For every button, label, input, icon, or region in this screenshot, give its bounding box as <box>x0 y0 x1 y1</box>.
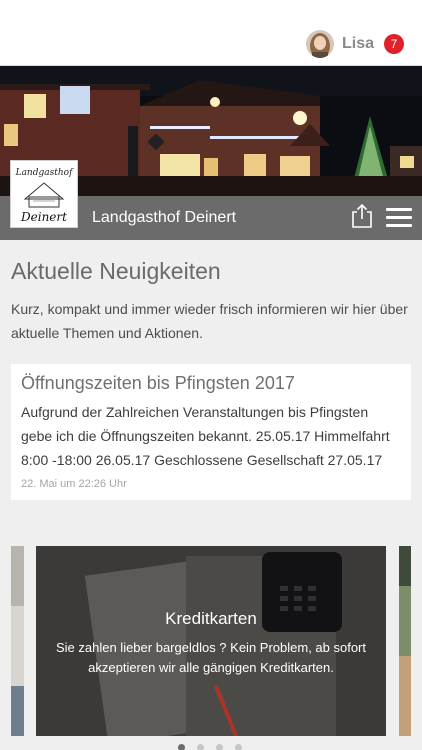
news-body: Aufgrund der Zahlreichen Veranstaltungen… <box>21 404 390 468</box>
carousel-slide-previous[interactable] <box>11 546 24 736</box>
carousel-dot[interactable] <box>235 744 242 750</box>
notification-badge[interactable]: 7 <box>384 34 404 54</box>
share-icon[interactable] <box>350 203 374 229</box>
carousel-dot[interactable] <box>216 744 223 750</box>
top-bar: Lisa 7 <box>0 0 422 66</box>
section-title: Aktuelle Neuigkeiten <box>11 258 221 284</box>
carousel-slide-next[interactable] <box>399 546 411 736</box>
news-title[interactable]: Öffnungszeiten bis Pfingsten 2017 <box>21 372 401 394</box>
user-name[interactable]: Lisa <box>342 35 374 53</box>
carousel-text: Sie zahlen lieber bargeldlos ? Kein Prob… <box>55 640 366 675</box>
news-date: 22. Mai um 22:26 Uhr <box>21 478 127 490</box>
site-title: Landgasthof Deinert <box>92 209 237 226</box>
carousel-dot[interactable] <box>178 744 185 750</box>
site-logo[interactable]: Landgasthof Deinert <box>10 160 78 228</box>
avatar[interactable] <box>305 30 334 58</box>
user-profile[interactable]: Lisa 7 <box>305 29 404 59</box>
carousel-slide[interactable]: Kreditkarten Sie zahlen lieber bargeldlo… <box>36 546 386 736</box>
svg-text:Landgasthof: Landgasthof <box>15 168 74 178</box>
hamburger-menu-icon[interactable] <box>386 208 412 228</box>
svg-text:Deinert: Deinert <box>20 210 67 224</box>
section-intro: Kurz, kompakt und immer wieder frisch in… <box>11 301 408 341</box>
carousel-dot[interactable] <box>197 744 204 750</box>
carousel-title: Kreditkarten <box>165 609 257 628</box>
carousel-pagination <box>178 744 254 750</box>
news-card[interactable]: Öffnungszeiten bis Pfingsten 2017 Aufgru… <box>11 364 411 500</box>
